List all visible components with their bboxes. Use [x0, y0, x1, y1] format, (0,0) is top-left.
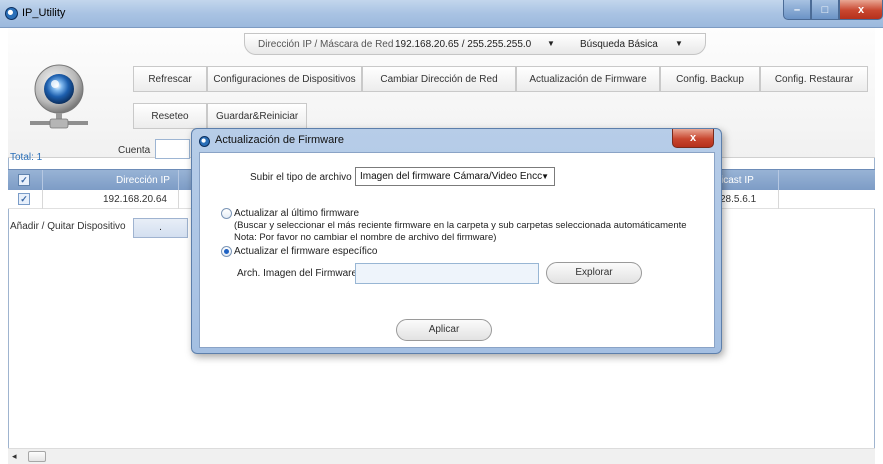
change-network-button[interactable]: Cambiar Dirección de Red [362, 66, 516, 92]
device-settings-button[interactable]: Configuraciones de Dispositivos [207, 66, 362, 92]
reset-button[interactable]: Reseteo [133, 103, 207, 129]
title-bar: IP_Utility – □ x [0, 0, 883, 28]
ip-mask-label: Dirección IP / Máscara de Red [258, 39, 394, 50]
maximize-button[interactable]: □ [811, 0, 839, 20]
firmware-update-button[interactable]: Actualización de Firmware [516, 66, 660, 92]
select-all-checkbox[interactable]: ✓ [18, 174, 30, 186]
minimize-button[interactable]: – [783, 0, 811, 20]
firmware-file-label: Arch. Imagen del Firmware [237, 268, 358, 279]
dialog-body: Subir el tipo de archivo Imagen del firm… [199, 152, 715, 348]
dialog-close-button[interactable]: x [672, 129, 714, 148]
option-latest-note-1: (Buscar y seleccionar el más reciente fi… [234, 220, 687, 231]
save-reboot-button[interactable]: Guardar&Reiniciar [207, 103, 307, 129]
file-type-select[interactable]: Imagen del firmware Cámara/Video Encc ▼ [355, 167, 555, 186]
account-label: Cuenta [118, 145, 151, 156]
window-title: IP_Utility [22, 7, 66, 19]
chevron-down-icon: ▼ [541, 172, 549, 181]
close-button[interactable]: x [839, 0, 883, 20]
row-checkbox[interactable]: ✓ [18, 193, 30, 205]
ip-mask-value[interactable]: 192.168.20.65 / 255.255.255.0 [395, 39, 531, 50]
firmware-update-dialog: Actualización de Firmware x Subir el tip… [191, 128, 722, 354]
config-backup-button[interactable]: Config. Backup [660, 66, 760, 92]
ip-dropdown-icon[interactable]: ▼ [547, 39, 555, 48]
column-divider [778, 170, 779, 191]
row-multicast: 28.5.6.1 [720, 194, 757, 205]
option-latest-note-2: Nota: Por favor no cambiar el nombre de … [234, 232, 497, 243]
radio-latest-firmware[interactable] [221, 208, 232, 219]
column-divider [42, 190, 43, 209]
camera-logo-icon [30, 64, 88, 129]
apply-button[interactable]: Aplicar [396, 319, 492, 341]
config-restore-button[interactable]: Config. Restaurar [760, 66, 868, 92]
file-type-label: Subir el tipo de archivo [250, 172, 352, 183]
scroll-thumb[interactable] [28, 451, 46, 462]
search-mode-select[interactable]: Búsqueda Básica [580, 39, 658, 50]
refresh-button[interactable]: Refrescar [133, 66, 207, 92]
column-divider [178, 170, 179, 191]
add-remove-device-select[interactable]: . [133, 218, 188, 238]
dialog-app-icon [199, 136, 210, 147]
option-latest-label[interactable]: Actualizar al último firmware [234, 208, 359, 219]
account-input[interactable] [155, 139, 190, 159]
dialog-title: Actualización de Firmware [215, 134, 344, 146]
firmware-file-input[interactable] [355, 263, 539, 284]
column-divider [42, 170, 43, 191]
scroll-left-icon[interactable]: ◂ [12, 451, 17, 462]
column-divider [178, 190, 179, 209]
browse-button[interactable]: Explorar [546, 262, 642, 284]
file-type-value: Imagen del firmware Cámara/Video Encc [360, 171, 543, 182]
app-icon [5, 7, 18, 20]
add-remove-device-label: Añadir / Quitar Dispositivo [10, 221, 126, 232]
column-divider [778, 190, 779, 209]
window-controls: – □ x [783, 0, 883, 20]
column-header-ip[interactable]: Dirección IP [116, 175, 170, 186]
radio-specific-firmware[interactable] [221, 246, 232, 257]
option-specific-label[interactable]: Actualizar el firmware específico [234, 246, 377, 257]
total-count: Total: 1 [10, 152, 43, 163]
horizontal-scrollbar[interactable]: ◂ [8, 448, 875, 464]
search-dropdown-icon[interactable]: ▼ [675, 39, 683, 48]
ip-mask-bar: Dirección IP / Máscara de Red 192.168.20… [244, 33, 706, 55]
row-ip: 192.168.20.64 [103, 194, 167, 205]
